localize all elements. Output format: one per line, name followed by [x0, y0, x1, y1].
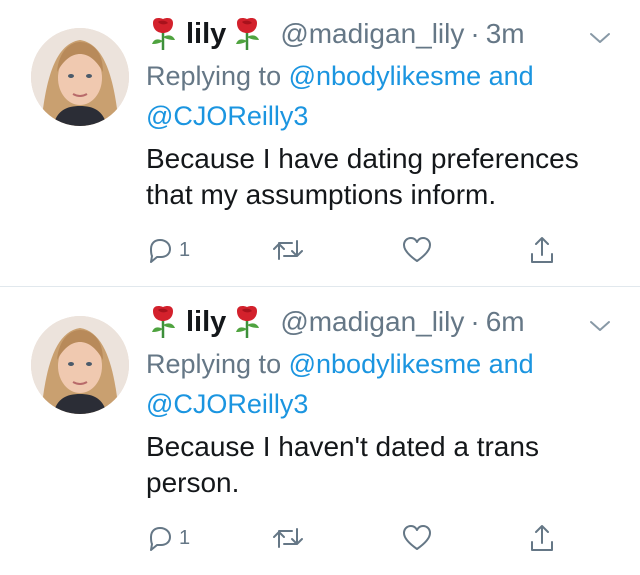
rose-emoji-icon: [148, 17, 178, 51]
separator-dot: ·: [470, 306, 480, 337]
timestamp[interactable]: 6m: [486, 306, 525, 338]
mention-link[interactable]: @nbodylikesme: [289, 61, 482, 91]
share-icon: [527, 234, 557, 266]
avatar[interactable]: [31, 316, 129, 414]
like-icon: [401, 235, 433, 265]
share-icon: [527, 522, 557, 554]
rose-emoji-icon: [232, 17, 262, 51]
mention-link[interactable]: @CJOReilly3: [146, 101, 308, 131]
display-name-text: lily: [186, 305, 227, 338]
reply-icon: [145, 523, 175, 553]
timestamp[interactable]: 3m: [486, 18, 525, 50]
separator-dot: ·: [470, 18, 480, 49]
reply-button[interactable]: 1: [145, 518, 190, 558]
and-link[interactable]: and: [489, 61, 534, 91]
retweet-button[interactable]: [270, 230, 306, 270]
display-name-text: lily: [186, 17, 227, 50]
divider: [0, 286, 640, 287]
share-button[interactable]: [527, 518, 557, 558]
retweet-icon: [270, 235, 306, 265]
chevron-down-icon[interactable]: [588, 30, 612, 46]
and-link[interactable]: and: [489, 349, 534, 379]
replying-to-label: Replying to: [146, 349, 282, 379]
share-button[interactable]: [527, 230, 557, 270]
reply-count: 1: [179, 526, 191, 549]
mention-link[interactable]: @nbodylikesme: [289, 349, 482, 379]
rose-emoji-icon: [148, 305, 178, 339]
tweet-text: Because I haven't dated a trans person.: [146, 431, 539, 498]
retweet-button[interactable]: [270, 518, 306, 558]
mention-link[interactable]: @CJOReilly3: [146, 389, 308, 419]
replying-to-label: Replying to: [146, 61, 282, 91]
replying-to: Replying to @nbodylikesme and @CJOReilly…: [146, 56, 616, 136]
tweet[interactable]: lily @madigan_lily · 3m Replying to @nbo…: [0, 0, 640, 287]
reply-count: 1: [179, 238, 191, 261]
tweet-actions: 1: [145, 518, 575, 558]
user-handle[interactable]: @madigan_lily: [280, 306, 464, 338]
tweet-header: lily @madigan_lily · 3m: [148, 14, 525, 54]
display-name[interactable]: lily: [148, 17, 262, 51]
tweet[interactable]: lily @madigan_lily · 6m Replying to @nbo…: [0, 288, 640, 575]
like-button[interactable]: [401, 518, 433, 558]
tweet-text: Because I have dating preferences that m…: [146, 143, 579, 210]
tweet-actions: 1: [145, 230, 575, 270]
reply-icon: [145, 235, 175, 265]
rose-emoji-icon: [232, 305, 262, 339]
chevron-down-icon[interactable]: [588, 318, 612, 334]
reply-button[interactable]: 1: [145, 230, 190, 270]
user-handle[interactable]: @madigan_lily: [280, 18, 464, 50]
retweet-icon: [270, 523, 306, 553]
like-button[interactable]: [401, 230, 433, 270]
like-icon: [401, 523, 433, 553]
display-name[interactable]: lily: [148, 305, 262, 339]
tweet-header: lily @madigan_lily · 6m: [148, 302, 525, 342]
avatar[interactable]: [31, 28, 129, 126]
replying-to: Replying to @nbodylikesme and @CJOReilly…: [146, 344, 616, 424]
